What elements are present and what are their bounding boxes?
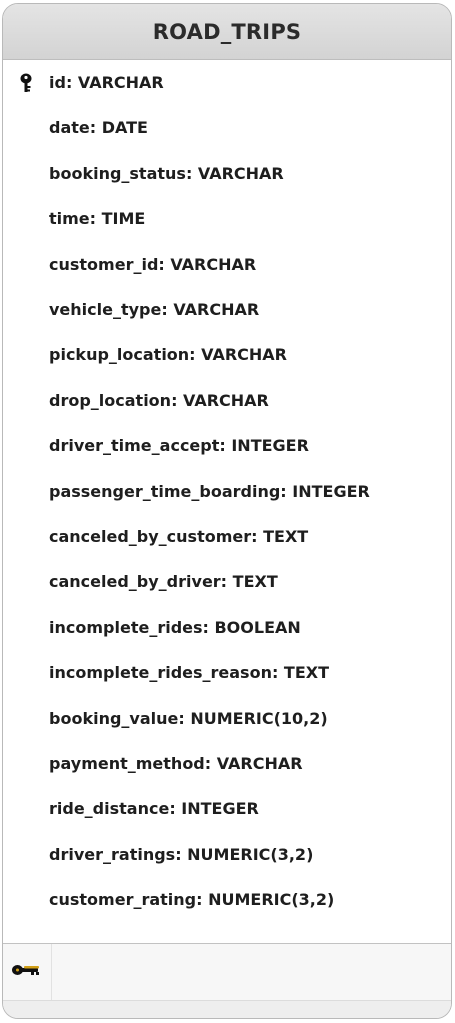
primary-key-icon — [20, 73, 32, 92]
column-text: driver_ratings: NUMERIC(3,2) — [49, 844, 314, 864]
entity-road-trips[interactable]: ROAD_TRIPS id: VARCHAR date: DATE booking_… — [2, 3, 452, 1019]
column-row[interactable]: canceled_by_customer: TEXT — [3, 514, 451, 559]
entity-header[interactable]: ROAD_TRIPS — [3, 4, 451, 60]
entity-title: ROAD_TRIPS — [152, 19, 302, 44]
column-row[interactable]: driver_ratings: NUMERIC(3,2) — [3, 832, 451, 877]
column-row[interactable]: id: VARCHAR — [3, 60, 451, 105]
column-row[interactable]: date: DATE — [3, 105, 451, 150]
column-row[interactable]: payment_method: VARCHAR — [3, 741, 451, 786]
column-row[interactable]: customer_id: VARCHAR — [3, 242, 451, 287]
column-row[interactable]: passenger_time_boarding: INTEGER — [3, 469, 451, 514]
column-text: payment_method: VARCHAR — [49, 754, 303, 773]
column-text: pickup_location: VARCHAR — [49, 345, 287, 365]
column-text: ride_distance: INTEGER — [49, 799, 259, 819]
column-text: passenger_time_boarding: INTEGER — [49, 481, 370, 501]
column-text: booking_value: NUMERIC(10,2) — [49, 708, 328, 728]
columns-section: id: VARCHAR date: DATE booking_status: VAR… — [3, 60, 451, 944]
column-text: vehicle_type: VARCHAR — [49, 300, 260, 319]
column-text: drop_location: VARCHAR — [49, 390, 269, 410]
column-row[interactable]: booking_value: NUMERIC(10,2) — [3, 696, 451, 741]
column-text: date: DATE — [49, 118, 148, 138]
column-text: id: VARCHAR — [49, 73, 164, 92]
column-text: time: TIME — [49, 209, 146, 229]
foreign-key-icon — [12, 965, 39, 975]
column-text: booking_status: VARCHAR — [49, 163, 284, 183]
column-row[interactable]: driver_time_accept: INTEGER — [3, 423, 451, 468]
column-row[interactable]: incomplete_rides_reason: TEXT — [3, 650, 451, 695]
column-text: canceled_by_customer: TEXT — [49, 527, 309, 546]
column-row[interactable]: drop_location: VARCHAR — [3, 378, 451, 423]
column-row[interactable]: ride_distance: INTEGER — [3, 786, 451, 831]
column-text: customer_id: VARCHAR — [49, 254, 257, 274]
column-row[interactable]: customer_rating: NUMERIC(3,2) — [3, 877, 451, 922]
column-row[interactable]: canceled_by_driver: TEXT — [3, 559, 451, 604]
footer-divider — [51, 944, 52, 1000]
column-text: canceled_by_driver: TEXT — [49, 572, 278, 592]
column-text: incomplete_rides: BOOLEAN — [49, 617, 301, 637]
column-text: incomplete_rides_reason: TEXT — [49, 663, 330, 683]
column-row[interactable]: vehicle_type: VARCHAR — [3, 287, 451, 332]
column-row[interactable]: incomplete_rides: BOOLEAN — [3, 605, 451, 650]
column-text: customer_rating: NUMERIC(3,2) — [49, 890, 335, 910]
foreign-keys-section — [3, 944, 451, 1001]
column-row[interactable]: time: TIME — [3, 196, 451, 241]
column-row[interactable]: booking_status: VARCHAR — [3, 151, 451, 196]
column-row[interactable]: pickup_location: VARCHAR — [3, 332, 451, 377]
entity-bottom-strip — [3, 1001, 451, 1018]
column-text: driver_time_accept: INTEGER — [49, 436, 309, 456]
